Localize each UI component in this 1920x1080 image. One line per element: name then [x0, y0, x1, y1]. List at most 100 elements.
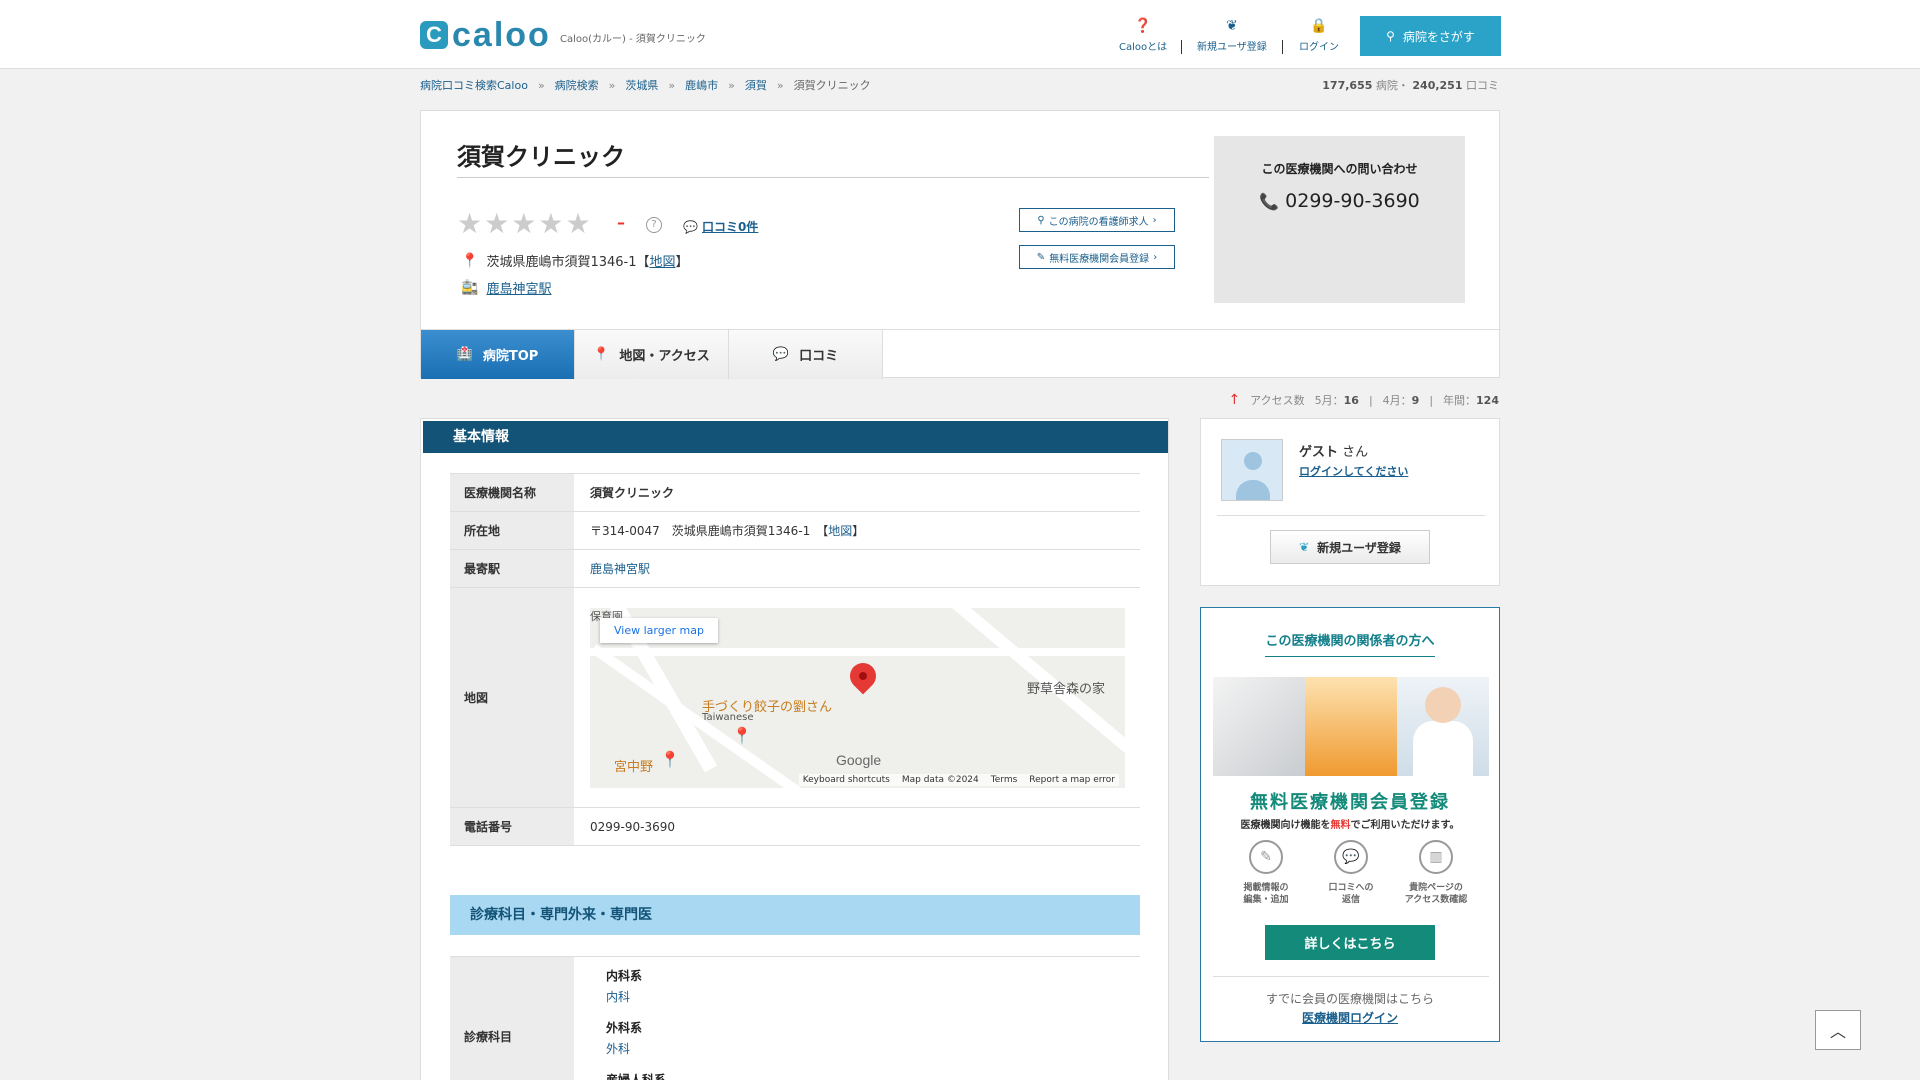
nav-login[interactable]: 🔒 ログイン: [1299, 18, 1339, 53]
site-logo[interactable]: C caloo: [420, 18, 551, 52]
hospital-count: 177,655: [1322, 79, 1373, 92]
row-label: 診療科目: [450, 956, 574, 1080]
divider: [1217, 515, 1485, 516]
speech-bubble-icon: 💬: [1334, 840, 1368, 874]
feature-label: 貴院ページの: [1409, 883, 1463, 893]
phone-icon: 📞: [1259, 192, 1280, 211]
department-link[interactable]: 内科: [606, 988, 1140, 1005]
divider: [457, 177, 1209, 178]
bar-chart-icon: ▥: [1419, 840, 1453, 874]
logo-subtitle: Caloo(カルー) - 須賀クリニック: [560, 34, 706, 45]
department-group: 外科系 外科: [606, 1019, 1140, 1057]
address-value: 〒314-0047 茨城県鹿嶋市須賀1346-1 【: [590, 524, 829, 538]
breadcrumb-item[interactable]: 病院口コミ検索Caloo: [420, 77, 528, 93]
access-year-label: 年間：: [1443, 394, 1477, 407]
breadcrumb-current: 須賀クリニック: [793, 79, 871, 92]
map-place-label[interactable]: 野草舎森の家: [1027, 678, 1105, 697]
map-place-label[interactable]: 宮中野: [614, 756, 653, 775]
beginner-leaf-icon: ❦: [1299, 540, 1310, 554]
rating-help-icon[interactable]: ?: [646, 217, 662, 233]
map-link[interactable]: 地図: [828, 524, 852, 538]
tab-map-access[interactable]: 📍 地図・アクセス: [575, 330, 729, 379]
clinic-staff-title: この医療機関の関係者の方へ: [1265, 634, 1435, 649]
map-place-sublabel: Taiwanese: [702, 711, 754, 723]
map-terms-link[interactable]: Terms: [991, 775, 1018, 785]
guest-name: ゲスト さん: [1299, 441, 1368, 460]
restaurant-pin-icon[interactable]: 📍: [732, 726, 752, 745]
feature-edit: ✎ 掲載情報の 編集・追加: [1231, 840, 1301, 906]
breadcrumb-item[interactable]: 須賀: [745, 77, 767, 93]
nav-register[interactable]: ❦ 新規ユーザ登録: [1197, 18, 1267, 53]
table-row: 電話番号 0299-90-3690: [450, 807, 1140, 846]
contact-title: この医療機関への問い合わせ: [1261, 162, 1418, 176]
chevron-up-icon: ︿: [1829, 1022, 1846, 1041]
tab-reviews[interactable]: 💬 口コミ: [729, 330, 883, 379]
star-icon: ★: [565, 207, 591, 240]
nav-about-label: Calooとは: [1119, 42, 1168, 53]
review-link-label[interactable]: 口コミ0件: [702, 218, 758, 235]
pencil-icon: ✎: [1249, 840, 1283, 874]
row-value: 保育園 View larger map 手づくり餃子の劉さん Taiwanese…: [574, 587, 1140, 808]
breadcrumb-separator: »: [537, 78, 545, 92]
clinic-login-link[interactable]: 医療機関ログイン: [1302, 1011, 1398, 1025]
nurse-jobs-button[interactable]: ⚲ この病院の看護師求人 ›: [1019, 208, 1175, 232]
nav-about[interactable]: ❓ Calooとは: [1119, 18, 1167, 53]
address-text: 茨城県鹿嶋市須賀1346-1: [486, 255, 637, 270]
department-link[interactable]: 外科: [606, 1040, 1140, 1057]
breadcrumb-item[interactable]: 茨城県: [625, 77, 658, 93]
contact-phone[interactable]: 📞 0299-90-3690: [1214, 190, 1465, 212]
map-pin-icon: 📍: [461, 252, 479, 269]
rating-stars: ★ ★ ★ ★ ★: [457, 207, 591, 240]
map-marker-icon[interactable]: [844, 657, 882, 694]
feature-analytics: ▥ 貴院ページの アクセス数確認: [1401, 840, 1471, 906]
clinic-summary-card: 須賀クリニック ★ ★ ★ ★ ★ – ? 💬 口コミ0件 📍 茨城県鹿嶋市須賀…: [420, 110, 1500, 379]
row-label: 地図: [450, 587, 574, 808]
feature-reply: 💬 口コミへの 返信: [1316, 840, 1386, 906]
clinic-staff-card: この医療機関の関係者の方へ 無料医療機関会員登録 医療機関向け機能を無料でご利用…: [1200, 607, 1500, 1042]
arrow-up-icon: ↑: [1228, 392, 1241, 408]
tab-hospital-top[interactable]: 🏥 病院TOP: [421, 330, 575, 379]
user-register-button[interactable]: ❦ 新規ユーザ登録: [1270, 530, 1430, 564]
doctor-coat: [1413, 721, 1473, 776]
search-hospital-button[interactable]: ⚲ 病院をさがす: [1360, 16, 1501, 56]
free-member-button[interactable]: ✎ 無料医療機関会員登録 ›: [1019, 245, 1175, 269]
details-button[interactable]: 詳しくはこちら: [1265, 925, 1435, 960]
promo-features: ✎ 掲載情報の 編集・追加 💬 口コミへの 返信 ▥ 貴院ページの アクセス数確…: [1231, 840, 1471, 906]
station-link[interactable]: 鹿島神宮駅: [486, 278, 551, 297]
promo-subtext-post: でご利用いただけます。: [1350, 820, 1460, 831]
search-icon: ⚲: [1037, 214, 1045, 226]
review-count-link[interactable]: 💬 口コミ0件: [683, 218, 758, 235]
table-row: 地図 保育園 View larger map 手づくり餃子の劉さん Taiwan…: [450, 587, 1140, 808]
bracket: 】: [852, 524, 865, 538]
view-larger-map-link[interactable]: View larger map: [600, 617, 718, 643]
map-keyboard-shortcuts[interactable]: Keyboard shortcuts: [803, 775, 890, 785]
promo-image[interactable]: [1213, 677, 1489, 776]
map-report-error-link[interactable]: Report a map error: [1029, 775, 1115, 785]
department-group: 内科系 内科: [606, 967, 1140, 1005]
breadcrumb-item[interactable]: 鹿嶋市: [685, 77, 718, 93]
promo-headline: 無料医療機関会員登録: [1250, 792, 1450, 813]
promo-subtext: 医療機関向け機能を無料でご利用いただけます。: [1201, 816, 1499, 831]
site-counts: 177,655 病院・ 240,251 口コミ: [1322, 77, 1499, 93]
row-value: 〒314-0047 茨城県鹿嶋市須賀1346-1 【地図】: [574, 511, 1140, 550]
restaurant-pin-icon[interactable]: 📍: [660, 750, 680, 769]
login-link[interactable]: ログインしてください: [1299, 465, 1408, 478]
row-value: 内科系 内科 外科系 外科 産婦人科系: [574, 956, 1140, 1080]
nav-register-label: 新規ユーザ登録: [1197, 42, 1267, 53]
breadcrumb-item[interactable]: 病院検索: [555, 77, 599, 93]
nav-divider: [1181, 40, 1182, 54]
address-map-link[interactable]: 地図: [650, 255, 676, 270]
back-to-top-button[interactable]: ︿: [1815, 1010, 1861, 1050]
department-category: 内科系: [606, 969, 643, 983]
station-link[interactable]: 鹿島神宮駅: [590, 562, 650, 576]
row-value: 須賀クリニック: [574, 473, 1140, 512]
star-icon: ★: [484, 207, 510, 240]
speech-bubble-icon: 💬: [772, 347, 790, 362]
row-label: 電話番号: [450, 807, 574, 846]
feature-label: 編集・追加: [1243, 895, 1289, 905]
clinic-address: 📍 茨城県鹿嶋市須賀1346-1【地図】: [461, 251, 689, 271]
lock-icon: 🔒: [1310, 18, 1328, 34]
embedded-map[interactable]: 保育園 View larger map 手づくり餃子の劉さん Taiwanese…: [590, 607, 1125, 788]
clinic-name: 須賀クリニック: [457, 143, 625, 171]
search-hospital-label: 病院をさがす: [1402, 29, 1475, 44]
